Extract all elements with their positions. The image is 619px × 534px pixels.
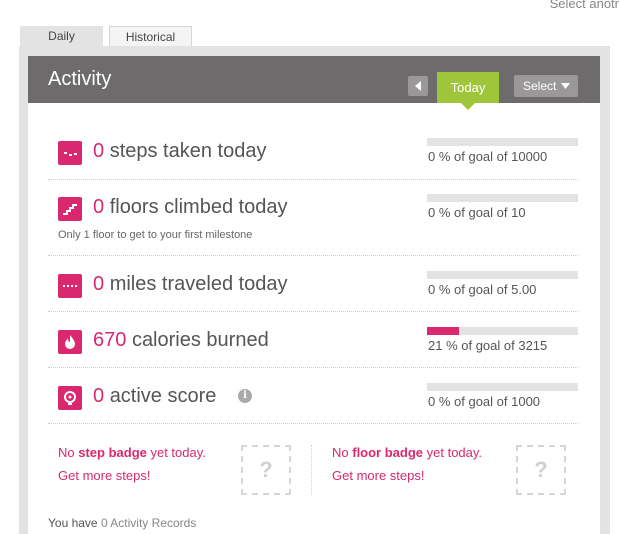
get-more-steps-link[interactable]: Get more steps!: [58, 468, 150, 483]
select-another-link[interactable]: Select anotr: [550, 0, 619, 11]
active-score-icon: [58, 386, 82, 410]
metric-text: floors climbed today: [109, 196, 288, 218]
goal-progress-fill: [427, 327, 459, 335]
floors-icon: [58, 197, 82, 221]
goal-progress-bar: [427, 271, 578, 279]
miles-icon: [58, 274, 82, 298]
records-prefix: You have: [48, 516, 101, 530]
steps-icon: [58, 141, 82, 165]
chevron-down-icon: [561, 83, 570, 89]
step-badge-message: No step badge yet today.: [58, 445, 206, 460]
divider: [48, 255, 578, 256]
metric-text: miles traveled today: [109, 273, 288, 295]
goal-progress-bar: [427, 327, 578, 335]
badge-suffix: yet today.: [146, 445, 206, 460]
metric-label: 0 steps taken today: [93, 140, 266, 163]
goal-progress-bar: [427, 383, 578, 391]
badge-suffix: yet today.: [423, 445, 483, 460]
activity-records: You have 0 Activity Records: [48, 516, 196, 530]
chevron-left-icon: [415, 81, 421, 91]
records-count-link[interactable]: 0 Activity Records: [101, 516, 196, 530]
goal-text: 21 % of goal of 3215: [428, 338, 548, 353]
info-icon[interactable]: i: [238, 389, 252, 403]
metric-label: 0 active score: [93, 385, 216, 408]
metric-text: active score: [109, 385, 217, 407]
badge-divider: [311, 445, 312, 495]
goal-progress-bar: [427, 194, 578, 202]
calories-flame-icon: [58, 330, 82, 354]
goal-text: 0 % of goal of 10: [428, 205, 526, 220]
select-label: Select: [523, 79, 557, 93]
metric-value: 670: [93, 329, 127, 351]
metric-label: 0 miles traveled today: [93, 273, 288, 296]
activity-panel: Activity Today Select 0 steps taken toda…: [28, 56, 600, 534]
metric-label: 670 calories burned: [93, 329, 269, 352]
floor-badge-placeholder: ?: [516, 445, 566, 495]
badge-prefix: No: [58, 445, 79, 460]
get-more-floors-link[interactable]: Get more steps!: [332, 468, 424, 483]
metric-value: 0: [93, 273, 105, 295]
tab-daily[interactable]: Daily: [20, 26, 103, 47]
metric-label: 0 floors climbed today: [93, 196, 288, 219]
metric-value: 0: [93, 140, 105, 162]
badge-name: step badge: [78, 445, 147, 460]
metric-value: 0: [93, 196, 105, 218]
goal-progress-bar: [427, 138, 578, 146]
previous-day-button[interactable]: [408, 76, 428, 96]
step-badge-placeholder: ?: [241, 445, 291, 495]
milestone-hint: Only 1 floor to get to your first milest…: [58, 229, 253, 241]
badge-name: floor badge: [352, 445, 424, 460]
badge-prefix: No: [332, 445, 353, 460]
today-button[interactable]: Today: [437, 72, 499, 110]
divider: [48, 311, 578, 312]
divider: [48, 367, 578, 368]
divider: [48, 423, 578, 424]
activity-header: Activity Today Select: [28, 56, 600, 110]
metric-text: steps taken today: [109, 140, 267, 162]
page-title: Activity: [48, 68, 112, 90]
metric-text: calories burned: [131, 329, 269, 351]
tab-historical[interactable]: Historical: [109, 26, 192, 47]
metric-value: 0: [93, 385, 105, 407]
goal-text: 0 % of goal of 5.00: [428, 282, 537, 297]
goal-text: 0 % of goal of 10000: [428, 149, 548, 164]
divider: [48, 179, 578, 180]
goal-text: 0 % of goal of 1000: [428, 394, 541, 409]
floor-badge-message: No floor badge yet today.: [332, 445, 482, 460]
select-date-button[interactable]: Select: [514, 75, 578, 97]
